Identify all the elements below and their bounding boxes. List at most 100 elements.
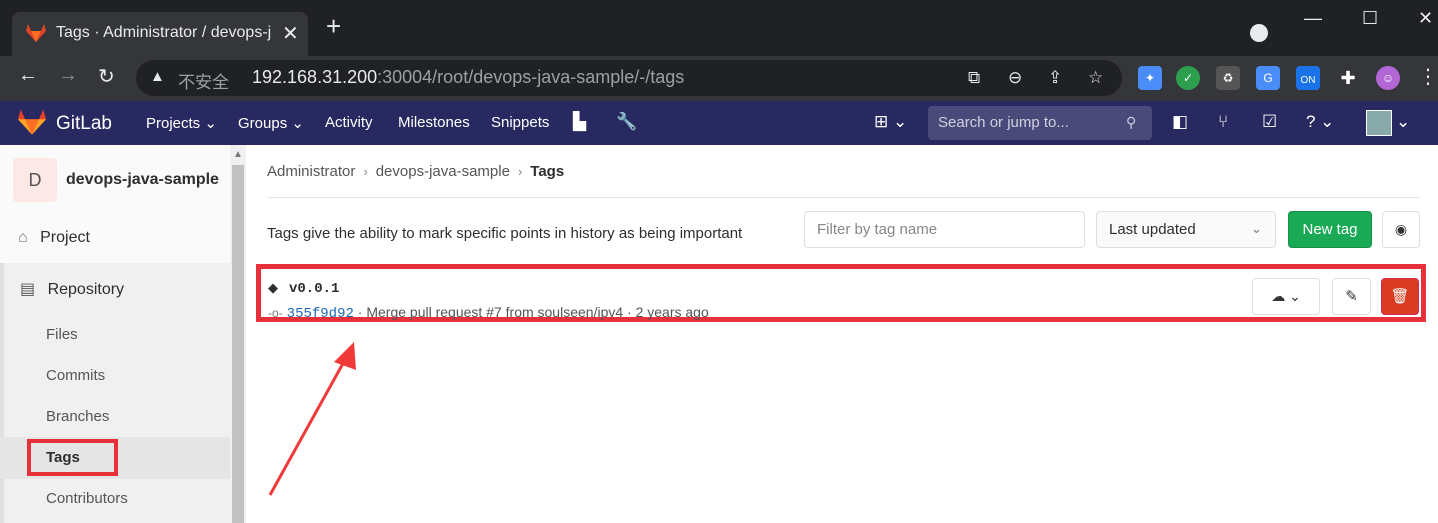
nav-projects[interactable]: Projects ⌄ <box>146 114 217 132</box>
user-avatar[interactable] <box>1366 110 1392 136</box>
new-tag-button[interactable]: New tag <box>1288 211 1372 248</box>
commit-sha-link[interactable]: 355f9d92 <box>287 306 354 322</box>
sidebar-item-commits[interactable]: Commits <box>46 367 105 384</box>
document-icon: ▤ <box>20 281 36 298</box>
breadcrumb-project[interactable]: devops-java-sample <box>376 163 510 180</box>
new-tab-button[interactable]: + <box>326 13 341 39</box>
annotation-arrow-icon <box>268 342 356 496</box>
extension-on-badge[interactable]: ON <box>1296 66 1320 90</box>
tag-filter-input[interactable] <box>804 211 1085 248</box>
sidebar-item-repository[interactable]: ▤ Repository <box>0 279 230 299</box>
sidebar-item-label: Repository <box>47 281 125 298</box>
avatar-chevron-icon[interactable]: ⌄ <box>1396 112 1410 132</box>
project-name[interactable]: devops-java-sample <box>66 171 219 189</box>
tags-description: Tags give the ability to mark specific p… <box>267 225 743 242</box>
extension-shield-icon[interactable]: ✓ <box>1176 66 1200 90</box>
scrollbar-thumb[interactable] <box>232 165 244 523</box>
browser-tab-strip: Tags · Administrator / devops-j ✕ + — ☐ … <box>0 0 1438 56</box>
warning-icon[interactable]: ▲ <box>150 68 165 85</box>
url-path: :30004/root/devops-java-sample/-/tags <box>377 67 685 87</box>
rss-icon[interactable]: ◉ <box>1382 211 1420 248</box>
breadcrumb-tags[interactable]: Tags <box>530 163 564 180</box>
project-avatar[interactable]: D <box>13 158 57 202</box>
nav-snippets[interactable]: Snippets <box>491 114 549 131</box>
sidebar-item-label: Project <box>40 229 90 246</box>
extension-translate-icon[interactable]: G <box>1256 66 1280 90</box>
chrome-menu-icon[interactable]: ⋮ <box>1418 64 1438 89</box>
nav-activity[interactable]: Activity <box>325 114 373 131</box>
gitlab-favicon-icon <box>26 24 46 47</box>
minimize-icon[interactable]: — <box>1304 8 1322 29</box>
search-box[interactable]: Search or jump to... ⚲ <box>928 106 1152 140</box>
tab-close-icon[interactable]: ✕ <box>282 21 299 46</box>
edit-tag-button[interactable]: ✎ <box>1332 278 1371 315</box>
sidebar-item-contributors[interactable]: Contributors <box>46 490 128 507</box>
active-section-bar <box>0 263 4 523</box>
insecure-label: 不安全 <box>178 73 229 92</box>
zoom-icon[interactable]: ⊖ <box>1008 68 1022 88</box>
tag-list-item: ◆ v0.0.1 -o- 355f9d92 · Merge pull reques… <box>256 264 1426 322</box>
todo-icon[interactable]: ☑ <box>1262 112 1277 132</box>
chevron-down-icon: ⌄ <box>1289 288 1301 304</box>
sidebar-item-files[interactable]: Files <box>46 326 78 343</box>
bookmark-star-icon[interactable]: ☆ <box>1088 68 1103 88</box>
url-host: 192.168.31.200 <box>252 67 378 87</box>
wrench-icon[interactable]: 🔧 <box>616 112 637 132</box>
breadcrumb-administrator[interactable]: Administrator <box>267 163 355 180</box>
nav-milestones[interactable]: Milestones <box>398 114 470 131</box>
sidebar-item-project[interactable]: ⌂ Project <box>0 229 230 247</box>
sort-label: Last updated <box>1109 221 1196 238</box>
extension-bird-icon[interactable]: ✦ <box>1138 66 1162 90</box>
main-content: Administrator › devops-java-sample › Tags Ta… <box>246 145 1438 523</box>
issues-icon[interactable]: ◧ <box>1172 112 1188 132</box>
share-icon[interactable]: ⇪ <box>1048 68 1062 88</box>
search-placeholder: Search or jump to... <box>938 114 1069 131</box>
tag-commit-info: -o- 355f9d92 · Merge pull request #7 from… <box>268 304 709 322</box>
commit-message: · Merge pull request #7 from soulseen/ip… <box>357 304 709 320</box>
extensions-puzzle-icon[interactable]: ✚ <box>1336 66 1360 90</box>
divider <box>267 197 1420 198</box>
breadcrumb: Administrator › devops-java-sample › Tags <box>267 163 564 180</box>
scroll-up-icon[interactable]: ▲ <box>233 149 243 160</box>
maximize-icon[interactable]: ☐ <box>1362 8 1378 29</box>
url-text[interactable]: 192.168.31.200:30004/root/devops-java-sa… <box>252 67 684 88</box>
breadcrumb-separator-icon: › <box>517 164 523 179</box>
sidebar-scrollbar[interactable]: ▲ <box>230 145 246 523</box>
translate-icon[interactable]: ⧉ <box>968 68 980 88</box>
profile-avatar-icon[interactable]: ☺ <box>1376 66 1400 90</box>
delete-tag-button[interactable]: 🗑 <box>1381 278 1419 315</box>
search-icon: ⚲ <box>1126 114 1137 130</box>
download-dropdown-button[interactable]: ☁ ⌄ <box>1252 278 1320 315</box>
address-bar[interactable]: ▲ 不安全 192.168.31.200:30004/root/devops-j… <box>136 60 1122 96</box>
commit-icon: -o- <box>268 306 283 320</box>
browser-tab[interactable]: Tags · Administrator / devops-j ✕ <box>12 12 308 56</box>
gitlab-navbar: GitLab Projects ⌄ Groups ⌄ Activity Mile… <box>0 101 1438 145</box>
gitlab-brand[interactable]: GitLab <box>56 113 112 135</box>
tab-title: Tags · Administrator / devops-j <box>56 24 272 41</box>
plus-square-icon[interactable]: ⊞ ⌄ <box>874 112 907 132</box>
tag-icon: ◆ <box>268 280 278 295</box>
tab-search-icon[interactable] <box>1250 24 1268 42</box>
project-sidebar: D devops-java-sample ⌂ Project ▤ Reposit… <box>0 145 246 523</box>
back-icon[interactable]: ← <box>18 64 38 87</box>
pencil-icon: ✎ <box>1345 288 1358 305</box>
breadcrumb-separator-icon: › <box>363 164 368 179</box>
download-cloud-icon: ☁ <box>1271 288 1286 304</box>
chevron-down-icon: ⌄ <box>1251 221 1262 236</box>
tags-highlight-box <box>27 439 118 476</box>
browser-toolbar: ← → ↻ ▲ 不安全 192.168.31.200:30004/root/de… <box>0 56 1438 101</box>
extension-recycle-icon[interactable]: ♻ <box>1216 66 1240 90</box>
reload-icon[interactable]: ↻ <box>98 64 115 89</box>
forward-icon[interactable]: → <box>58 64 78 87</box>
window-close-icon[interactable]: ✕ <box>1418 8 1433 29</box>
trash-icon: 🗑 <box>1390 288 1410 305</box>
sort-dropdown[interactable]: Last updated ⌄ <box>1096 211 1276 248</box>
tag-name[interactable]: v0.0.1 <box>289 281 339 297</box>
help-icon[interactable]: ? ⌄ <box>1306 112 1334 132</box>
home-icon: ⌂ <box>18 229 28 246</box>
gitlab-logo-icon[interactable] <box>18 109 46 140</box>
chart-icon[interactable]: ▙ <box>573 112 586 132</box>
nav-groups[interactable]: Groups ⌄ <box>238 114 304 132</box>
merge-request-icon[interactable]: ⑂ <box>1218 112 1228 132</box>
sidebar-item-branches[interactable]: Branches <box>46 408 109 425</box>
